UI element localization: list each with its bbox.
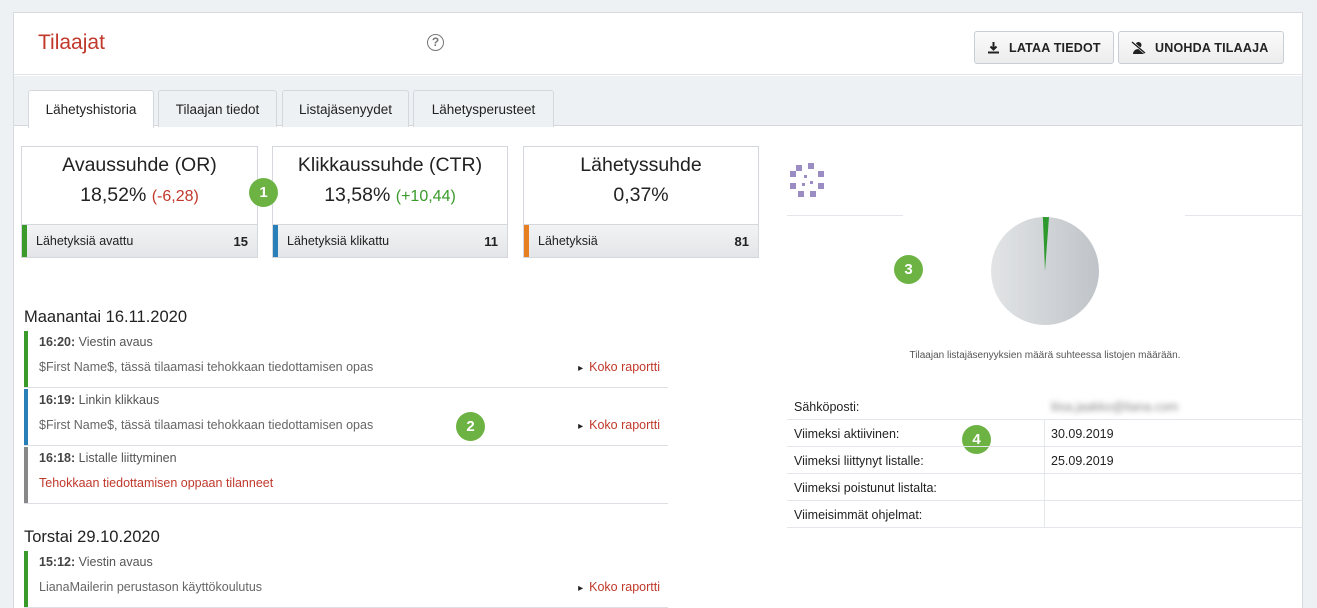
stat-footer: Lähetyksiä klikattu 11 bbox=[273, 224, 507, 257]
full-report-link[interactable]: Koko raportti bbox=[578, 580, 660, 594]
full-report-link[interactable]: Koko raportti bbox=[578, 360, 660, 374]
pie-caption: Tilaajan listajäsenyyksien määrä suhtees… bbox=[909, 350, 1181, 361]
stat-footer: Lähetyksiä 81 bbox=[524, 224, 758, 257]
stat-send-rate: Lähetyssuhde 0,37% Lähetyksiä 81 bbox=[523, 146, 759, 258]
event-header: 16:19: Linkin klikkaus bbox=[39, 393, 160, 407]
history-event: 16:20: Viestin avaus $First Name$, tässä… bbox=[24, 331, 668, 388]
full-report-link[interactable]: Koko raportti bbox=[578, 418, 660, 432]
history-event: 16:19: Linkin klikkaus $First Name$, täs… bbox=[24, 389, 668, 446]
stat-value: 18,52% (-6,28) bbox=[22, 184, 257, 207]
question-circle-icon[interactable]: ? bbox=[427, 34, 444, 51]
stat-foot-label: Lähetyksiä bbox=[538, 234, 598, 248]
event-subject: LianaMailerin perustason käyttökoulutus bbox=[39, 580, 263, 594]
stat-percent: 0,37% bbox=[613, 184, 669, 206]
list-membership-pie bbox=[991, 217, 1099, 325]
info-row-last-joined: Viimeksi liittynyt listalle: 25.09.2019 bbox=[787, 447, 1303, 474]
event-list-link[interactable]: Tehokkaan tiedottamisen oppaan tilanneet bbox=[39, 476, 273, 490]
stat-percent: 18,52% bbox=[80, 184, 147, 206]
stat-open-rate: Avaussuhde (OR) 18,52% (-6,28) Lähetyksi… bbox=[21, 146, 258, 258]
info-row-email: Sähköposti: liisa.jaakko@liana.com bbox=[787, 393, 1303, 420]
stat-count: 81 bbox=[734, 233, 749, 249]
stat-delta: (-6,28) bbox=[151, 188, 199, 205]
tab-send-criteria[interactable]: Lähetysperusteet bbox=[413, 90, 554, 127]
download-data-button[interactable]: LATAA TIEDOT bbox=[974, 31, 1114, 64]
callout-badge-3: 3 bbox=[894, 255, 923, 284]
stat-value: 0,37% bbox=[524, 184, 758, 207]
subscriber-panel: Tilaajat ? LATAA TIEDOT UNOHDA TILAAJA L… bbox=[13, 12, 1303, 608]
download-data-label: LATAA TIEDOT bbox=[1009, 40, 1101, 55]
info-row-last-active: Viimeksi aktiivinen: 30.09.2019 bbox=[787, 420, 1303, 447]
stat-label: Lähetyssuhde bbox=[580, 154, 702, 176]
page-title: Tilaajat bbox=[38, 31, 105, 54]
stat-count: 15 bbox=[233, 233, 248, 249]
tab-bar: Lähetyshistoria Tilaajan tiedot Listajäs… bbox=[14, 76, 1302, 128]
event-header: 15:12: Viestin avaus bbox=[39, 555, 153, 569]
stat-label: Avaussuhde (OR) bbox=[62, 154, 217, 176]
history-date: Torstai 29.10.2020 bbox=[24, 528, 160, 546]
stat-foot-label: Lähetyksiä klikattu bbox=[287, 234, 390, 248]
forget-subscriber-label: UNOHDA TILAAJA bbox=[1155, 40, 1269, 55]
stat-count: 11 bbox=[484, 233, 498, 249]
stat-click-rate: Klikkaussuhde (CTR) 13,58% (+10,44) Lähe… bbox=[272, 146, 508, 258]
forget-subscriber-button[interactable]: UNOHDA TILAAJA bbox=[1118, 31, 1284, 64]
stat-value: 13,58% (+10,44) bbox=[273, 184, 507, 207]
history-event: 16:18: Listalle liittyminen Tehokkaan ti… bbox=[24, 447, 668, 504]
history-event: 15:12: Viestin avaus LianaMailerin perus… bbox=[24, 551, 668, 608]
stat-percent: 13,58% bbox=[324, 184, 391, 206]
event-header: 16:18: Listalle liittyminen bbox=[39, 451, 177, 465]
tab-subscriber-info[interactable]: Tilaajan tiedot bbox=[158, 90, 277, 127]
subscriber-info-table: Sähköposti: liisa.jaakko@liana.com Viimek… bbox=[787, 393, 1303, 528]
info-row-last-left: Viimeksi poistunut listalta: bbox=[787, 474, 1303, 501]
stat-delta: (+10,44) bbox=[395, 188, 456, 205]
tab-list-memberships[interactable]: Listajäsenyydet bbox=[282, 90, 409, 127]
stat-label: Klikkaussuhde (CTR) bbox=[297, 154, 483, 176]
download-icon bbox=[988, 42, 999, 54]
divider bbox=[1185, 215, 1303, 216]
divider bbox=[787, 215, 903, 216]
history-date: Maanantai 16.11.2020 bbox=[24, 308, 187, 326]
page-header: Tilaajat ? LATAA TIEDOT UNOHDA TILAAJA bbox=[14, 13, 1302, 75]
event-header: 16:20: Viestin avaus bbox=[39, 335, 153, 349]
callout-badge-1: 1 bbox=[249, 178, 278, 207]
user-slash-icon bbox=[1131, 41, 1146, 54]
stat-footer: Lähetyksiä avattu 15 bbox=[22, 224, 257, 257]
event-subject: $First Name$, tässä tilaamasi tehokkaan … bbox=[39, 418, 374, 432]
liana-logo-icon bbox=[790, 163, 824, 197]
tab-send-history[interactable]: Lähetyshistoria bbox=[28, 90, 154, 128]
event-subject: $First Name$, tässä tilaamasi tehokkaan … bbox=[39, 360, 374, 374]
info-row-latest-programs: Viimeisimmät ohjelmat: bbox=[787, 501, 1303, 528]
stat-foot-label: Lähetyksiä avattu bbox=[36, 234, 134, 248]
